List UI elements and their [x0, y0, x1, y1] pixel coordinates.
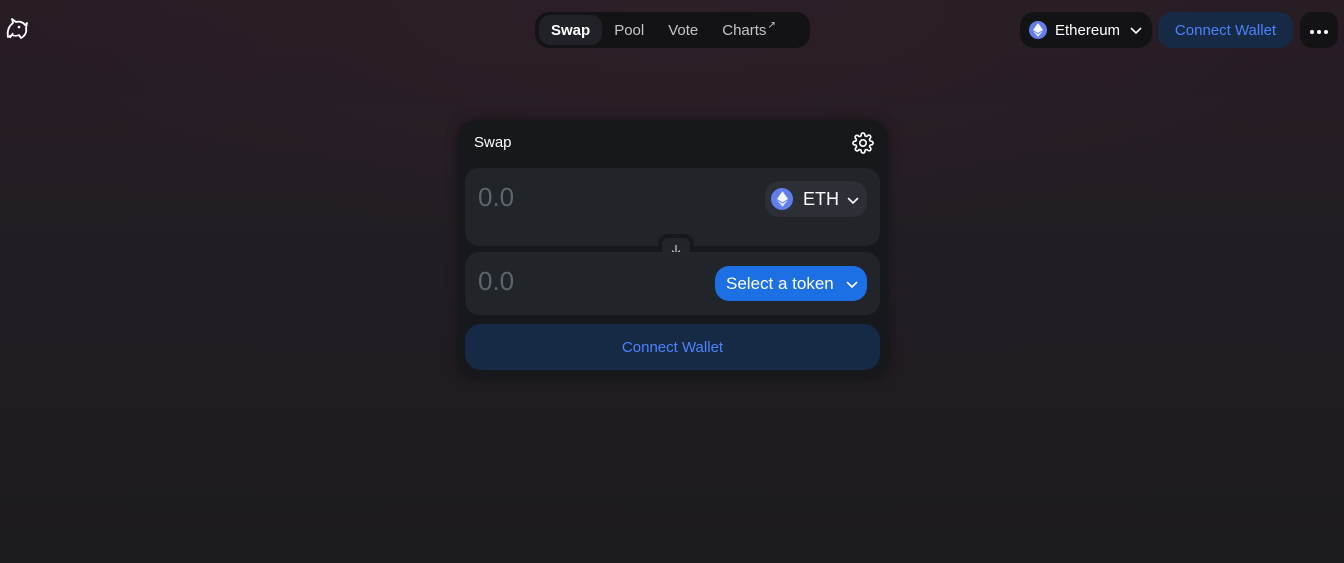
- swap-connect-wallet-label: Connect Wallet: [621, 338, 724, 356]
- connect-wallet-button[interactable]: Connect Wallet: [1158, 12, 1293, 48]
- nav-vote[interactable]: Vote: [656, 15, 710, 45]
- nav-vote-label: Vote: [668, 21, 699, 39]
- select-token-label: Select a token: [726, 273, 834, 293]
- input-amount-field[interactable]: [478, 182, 678, 213]
- swap-connect-wallet-button[interactable]: Connect Wallet: [465, 324, 880, 370]
- swap-card: Swap ETH: [458, 120, 888, 378]
- nav-pool-label: Pool: [614, 21, 645, 39]
- external-link-icon: ↗: [767, 19, 776, 31]
- nav-swap-label: Swap: [551, 21, 591, 39]
- output-amount-field[interactable]: [478, 266, 678, 297]
- nav-charts-label: Charts: [722, 21, 767, 39]
- output-currency-panel: Select a token: [465, 252, 880, 315]
- select-token-button[interactable]: Select a token: [715, 266, 867, 301]
- swap-card-title: Swap: [474, 134, 512, 151]
- more-dots-icon: [1310, 21, 1328, 39]
- chevron-down-icon: [847, 189, 859, 210]
- chevron-down-icon: [846, 274, 858, 294]
- nav-swap[interactable]: Swap: [539, 15, 603, 45]
- ethereum-icon: [1029, 21, 1047, 39]
- nav-charts[interactable]: Charts ↗: [710, 15, 788, 45]
- ethereum-icon: [771, 188, 793, 210]
- unicorn-logo-icon[interactable]: [4, 16, 30, 42]
- chevron-down-icon: [1130, 22, 1142, 39]
- nav-pool[interactable]: Pool: [602, 15, 656, 45]
- network-selector[interactable]: Ethereum: [1020, 12, 1152, 48]
- network-label: Ethereum: [1055, 21, 1121, 39]
- input-token-selector[interactable]: ETH: [765, 181, 867, 217]
- input-token-symbol: ETH: [803, 188, 839, 209]
- main-nav: Swap Pool Vote Charts ↗: [535, 12, 810, 48]
- gear-icon[interactable]: [852, 132, 874, 154]
- connect-wallet-label: Connect Wallet: [1174, 21, 1277, 39]
- more-options-button[interactable]: [1300, 12, 1338, 48]
